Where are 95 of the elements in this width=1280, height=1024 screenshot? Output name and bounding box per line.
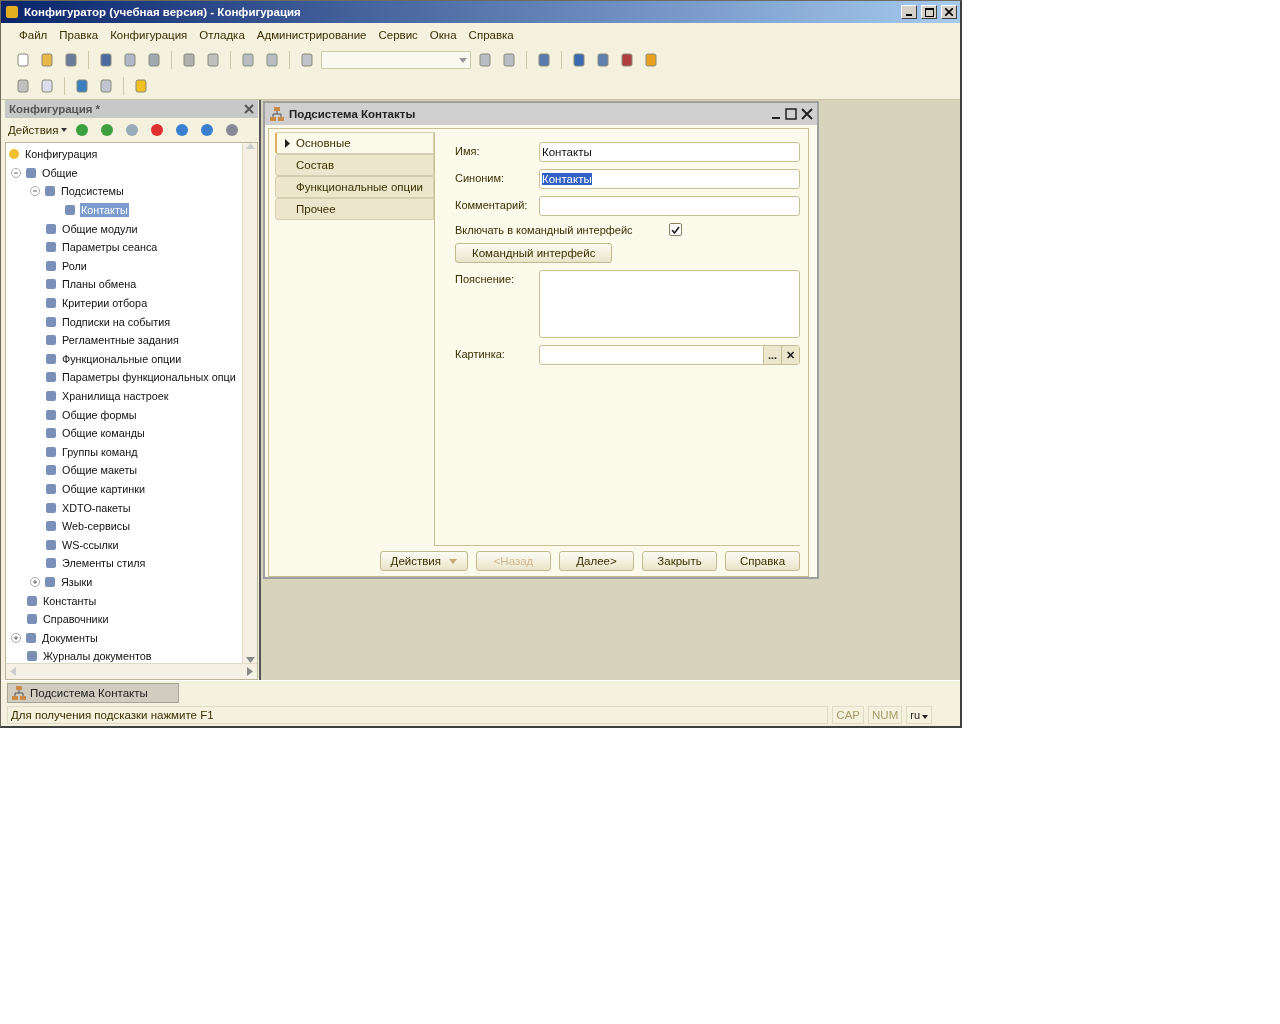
- menu-item[interactable]: Файл: [13, 29, 54, 41]
- tree-item[interactable]: Общие: [41, 165, 79, 180]
- tree-item[interactable]: Подсистемы: [60, 184, 125, 199]
- caret-icon: [922, 715, 928, 719]
- expand-icon[interactable]: [30, 576, 40, 587]
- vertical-scrollbar[interactable]: [242, 143, 257, 663]
- close-icon: [945, 8, 953, 16]
- section-tab[interactable]: Основные: [275, 132, 434, 154]
- tree-item[interactable]: WS-ссылки: [61, 537, 120, 552]
- language-button[interactable]: ru: [906, 706, 932, 724]
- tree-item[interactable]: Общие формы: [61, 407, 138, 422]
- field-label: Комментарий:: [455, 198, 529, 211]
- window-tab[interactable]: Подсистема Контакты: [7, 682, 179, 703]
- tree-item[interactable]: Группы команд: [61, 444, 139, 459]
- tree-item[interactable]: Константы: [42, 593, 98, 608]
- tree-item[interactable]: XDTO-пакеты: [61, 500, 132, 515]
- menu-item[interactable]: Окна: [423, 29, 463, 41]
- input-field[interactable]: Контакты: [539, 142, 800, 162]
- tree-item[interactable]: Журналы документов: [42, 649, 153, 663]
- scroll-right-icon[interactable]: [247, 667, 253, 676]
- menu-item[interactable]: Сервис: [372, 29, 424, 41]
- key-indicator: NUM: [868, 706, 903, 724]
- tree-item[interactable]: Планы обмена: [61, 277, 138, 292]
- checkbox-label: Включать в командный интерфейс: [455, 223, 634, 236]
- tree-item[interactable]: Роли: [61, 258, 88, 273]
- input-field[interactable]: Контакты: [539, 169, 800, 189]
- menu-item[interactable]: Конфигурация: [104, 29, 194, 41]
- app-icon: [4, 4, 20, 20]
- input-field[interactable]: ... ✕: [539, 345, 800, 365]
- tree-item[interactable]: Регламентные задания: [61, 333, 180, 348]
- text-area[interactable]: [539, 270, 800, 338]
- hierarchy-icon: [11, 684, 27, 701]
- tree-item[interactable]: Критерии отбора: [61, 296, 149, 311]
- caret-icon: [449, 558, 457, 564]
- dialog-title: Подсистема Контакты: [289, 108, 417, 120]
- maximize-icon[interactable]: [785, 108, 797, 120]
- tree-item-icon: [43, 388, 59, 404]
- minimize-button[interactable]: [901, 5, 917, 19]
- section-tab[interactable]: Прочее: [275, 198, 434, 220]
- panel-title: Конфигурация *: [9, 103, 101, 115]
- tree-item[interactable]: Справочники: [42, 612, 110, 627]
- tree-item[interactable]: Общие картинки: [61, 482, 146, 496]
- tree-item[interactable]: Общие команды: [61, 426, 146, 441]
- menu-item[interactable]: Отладка: [193, 29, 251, 41]
- tree-item[interactable]: Функциональные опции: [61, 351, 183, 366]
- tree-item[interactable]: Параметры сеанса: [61, 240, 159, 255]
- expand-icon[interactable]: [11, 632, 21, 643]
- scroll-up-icon[interactable]: [245, 143, 255, 149]
- status-hint: Для получения подсказки нажмите F1: [7, 706, 829, 724]
- tree-item[interactable]: Подписки на события: [61, 314, 172, 329]
- tree-item[interactable]: Общие макеты: [61, 463, 139, 478]
- field-label: Синоним:: [455, 171, 506, 184]
- dialog-button[interactable]: Действия: [379, 551, 468, 571]
- tree-item[interactable]: Хранилища настроек: [61, 389, 170, 403]
- menu-item[interactable]: Справка: [462, 29, 520, 41]
- scroll-left-icon[interactable]: [10, 667, 16, 676]
- tree-item[interactable]: Параметры функциональных опци: [61, 370, 237, 385]
- collapse-icon[interactable]: [11, 167, 21, 178]
- field-label: Пояснение:: [455, 272, 516, 285]
- maximize-icon: [924, 7, 934, 17]
- tree-item-icon: [43, 481, 59, 497]
- tree-item[interactable]: Элементы стиля: [61, 556, 147, 571]
- checkbox[interactable]: [669, 223, 682, 236]
- window-title: Конфигуратор (учебная версия) - Конфигурация: [24, 6, 302, 18]
- section-tab[interactable]: Функциональные опции: [275, 176, 434, 198]
- tree-item[interactable]: Конфигурация: [24, 147, 99, 162]
- search-field[interactable]: [321, 51, 471, 69]
- dialog-button[interactable]: Закрыть: [642, 551, 717, 571]
- dialog-button[interactable]: Справка: [725, 551, 800, 571]
- section-tab[interactable]: Состав: [275, 154, 434, 176]
- close-icon[interactable]: [801, 108, 813, 120]
- close-button[interactable]: [941, 5, 957, 19]
- tree-item[interactable]: Общие модули: [61, 221, 139, 236]
- tree-item[interactable]: Документы: [41, 630, 99, 645]
- key-indicator: CAP: [832, 706, 864, 724]
- menu-item[interactable]: Правка: [53, 29, 105, 41]
- dialog-button[interactable]: Далее>: [559, 551, 634, 571]
- menu-item[interactable]: Администрирование: [250, 29, 373, 41]
- hierarchy-icon: [269, 106, 285, 122]
- actions-menu-button[interactable]: Действия: [8, 124, 68, 136]
- clear-button[interactable]: ✕: [781, 346, 799, 364]
- pointer-icon: [285, 138, 290, 148]
- input-field[interactable]: [539, 196, 800, 216]
- close-icon[interactable]: [244, 104, 254, 114]
- field-label: Картинка:: [455, 347, 506, 360]
- tree-item[interactable]: Языки: [60, 574, 94, 589]
- maximize-button[interactable]: [921, 5, 937, 19]
- horizontal-scrollbar[interactable]: [6, 663, 257, 679]
- collapse-icon[interactable]: [30, 186, 40, 197]
- select-button[interactable]: ...: [763, 346, 781, 364]
- field-label: Имя:: [455, 144, 481, 157]
- caret-icon: [61, 128, 68, 132]
- tree-item[interactable]: Web-сервисы: [61, 519, 131, 534]
- command-interface-button[interactable]: Командный интерфейс: [455, 243, 613, 263]
- tree-item-icon: [24, 648, 40, 663]
